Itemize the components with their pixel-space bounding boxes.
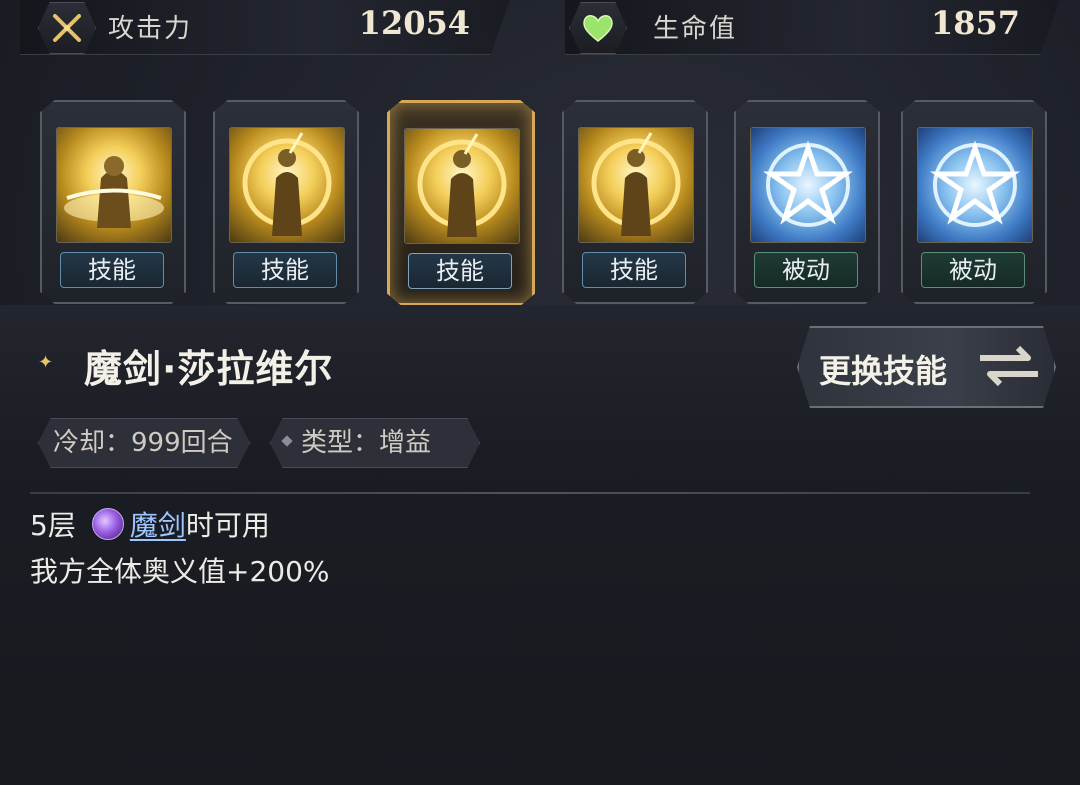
golden-warrior-art (56, 127, 172, 243)
skill-condition-line: 5层 魔剑 时可用 (30, 504, 270, 544)
swap-arrows-icon (980, 345, 1038, 387)
skill-name-title: 魔剑·莎拉维尔 (84, 347, 334, 391)
skill-slot-tag: 技能 (408, 253, 512, 289)
skill-slot-tag: 技能 (582, 252, 686, 288)
magic-sword-orb-icon (91, 508, 124, 540)
blue-star-art (750, 127, 866, 243)
diamond-bullet-icon (281, 435, 293, 447)
attack-value: 12054 (358, 4, 470, 42)
golden-ring-warrior-art (404, 128, 520, 244)
stack-count-text: 5层 (30, 509, 76, 542)
skill-slot-3-selected[interactable]: 技能 (387, 100, 535, 306)
crossed-swords-icon (38, 2, 96, 54)
swap-skill-label: 更换技能 (819, 352, 948, 390)
skill-slot-row: 技能 技能 技能 技能 被动 被动 (40, 100, 1050, 306)
golden-ring-warrior-art (578, 127, 694, 243)
sparkle-icon: ✦ (38, 352, 54, 373)
divider (30, 492, 1030, 494)
blue-star-art (917, 127, 1033, 243)
attack-stat-bar: 攻击力 12054 (20, 0, 510, 55)
skill-slot-4[interactable]: 技能 (562, 100, 708, 304)
hp-label: 生命值 (653, 14, 738, 44)
passive-slot-2[interactable]: 被动 (901, 100, 1047, 304)
skill-slot-2[interactable]: 技能 (213, 100, 359, 304)
cooldown-chip: 冷却：999回合 (38, 418, 250, 468)
cooldown-text: 冷却：999回合 (53, 428, 233, 458)
skill-slot-tag: 技能 (233, 252, 337, 288)
skill-slot-1[interactable]: 技能 (40, 100, 186, 304)
condition-suffix-text: 时可用 (185, 509, 270, 542)
skill-effect-line: 我方全体奥义值+200% (30, 555, 330, 588)
swap-skill-button[interactable]: 更换技能 (797, 326, 1056, 408)
passive-slot-tag: 被动 (754, 252, 858, 288)
green-heart-icon (569, 2, 627, 54)
passive-slot-tag: 被动 (921, 252, 1025, 288)
attack-label: 攻击力 (108, 14, 193, 44)
skill-slot-tag: 技能 (60, 252, 164, 288)
golden-ring-warrior-art (229, 127, 345, 243)
type-chip: 类型：增益 (270, 418, 480, 468)
hp-stat-bar: 生命值 1857 (565, 0, 1060, 55)
magic-sword-link[interactable]: 魔剑 (130, 504, 186, 544)
type-text: 类型：增益 (301, 428, 432, 458)
passive-slot-1[interactable]: 被动 (734, 100, 880, 304)
hp-value: 1857 (930, 4, 1020, 42)
